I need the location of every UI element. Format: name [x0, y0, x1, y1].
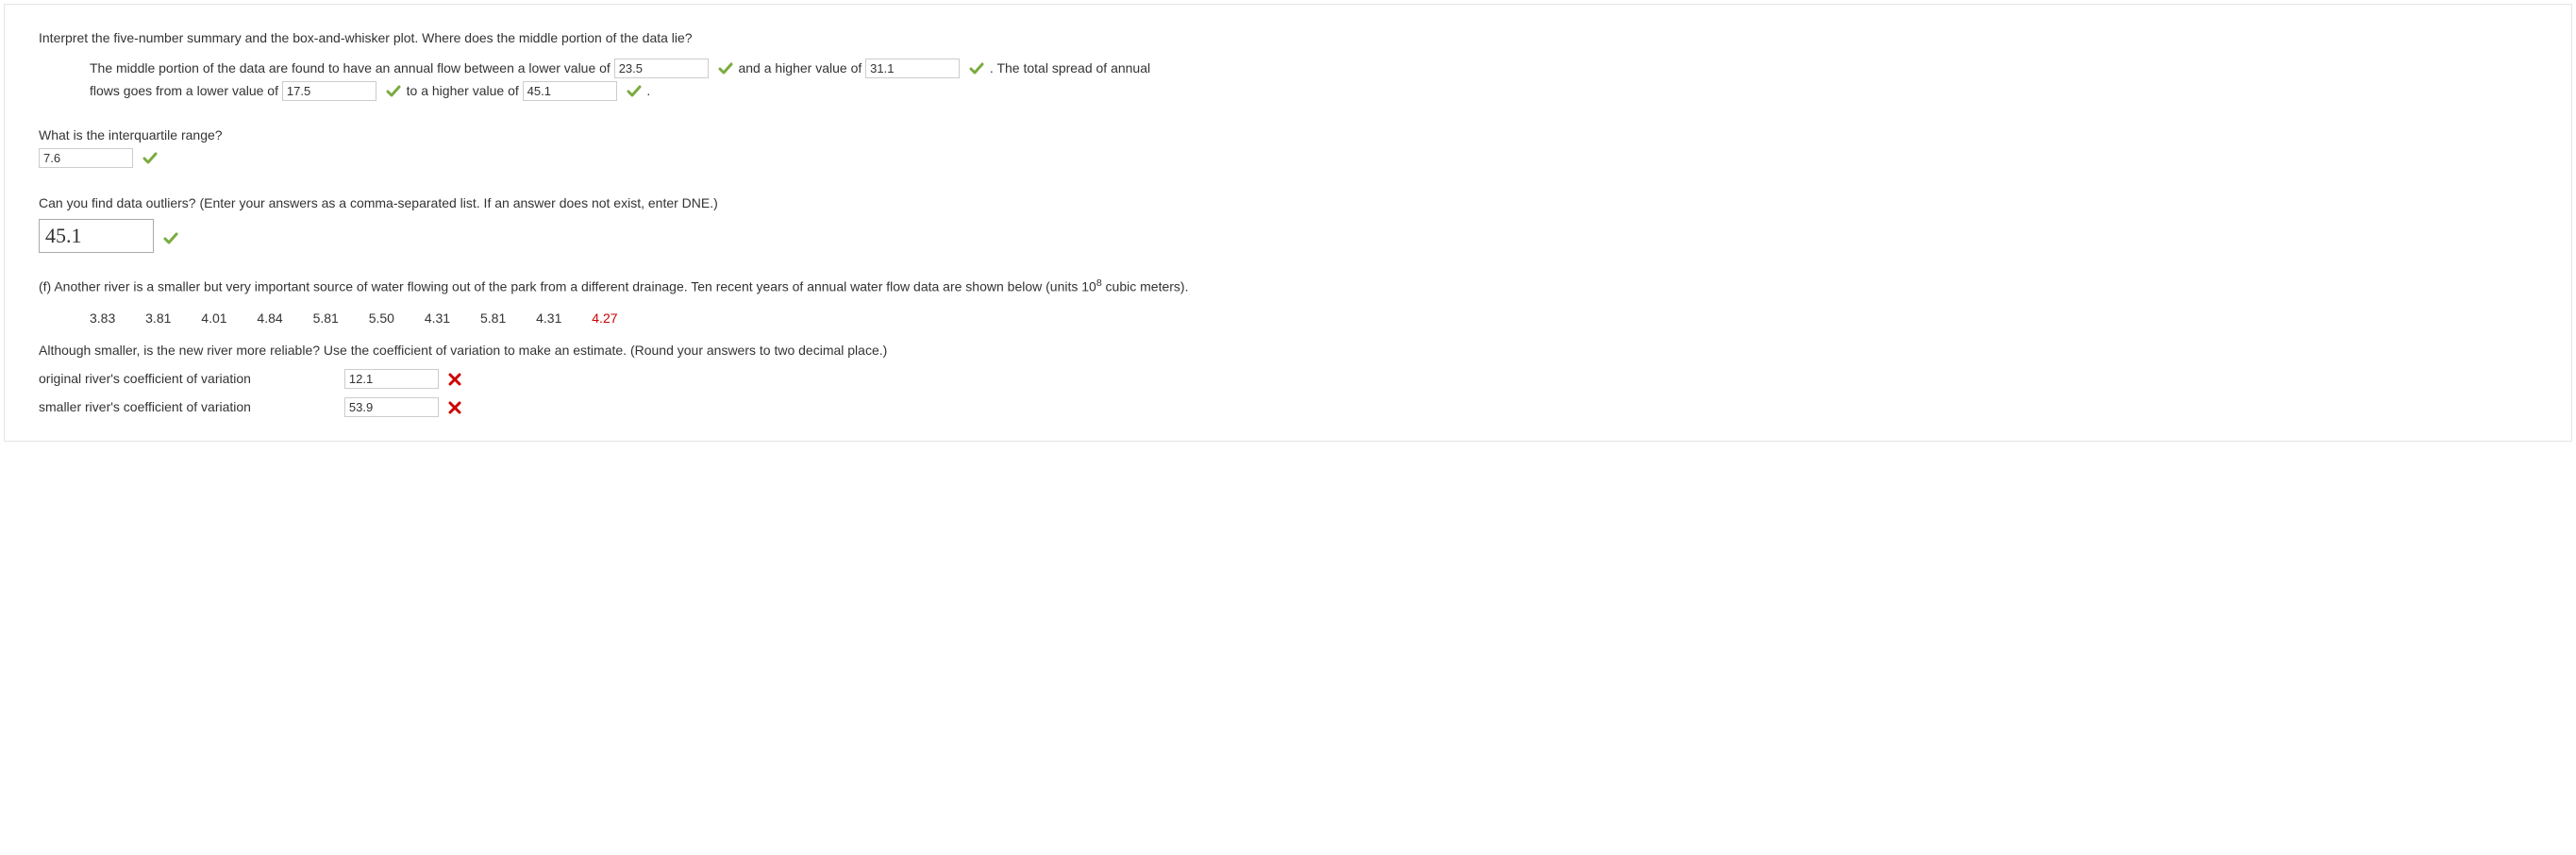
question-container: Interpret the five-number summary and th… [4, 4, 2572, 442]
data-value: 5.81 [480, 308, 506, 330]
input-cv-smaller[interactable] [344, 397, 439, 417]
text-segment: . The total spread of annual [990, 60, 1150, 75]
data-value: 4.31 [536, 308, 561, 330]
data-value: 3.83 [90, 308, 115, 330]
input-upper-spread[interactable] [523, 81, 617, 101]
cv-original-row: original river's coefficient of variatio… [39, 368, 2537, 391]
outliers-section: Can you find data outliers? (Enter your … [39, 193, 2537, 253]
data-value: 3.81 [145, 308, 171, 330]
data-value: 4.31 [425, 308, 450, 330]
cv-smaller-label: smaller river's coefficient of variation [39, 396, 341, 419]
input-lower-spread[interactable] [282, 81, 376, 101]
check-icon [386, 84, 401, 99]
part-f-question: Although smaller, is the new river more … [39, 340, 2537, 362]
input-outliers[interactable] [39, 219, 154, 253]
input-cv-original[interactable] [344, 369, 439, 389]
text-segment: (f) Another river is a smaller but very … [39, 278, 1096, 293]
text-segment: The middle portion of the data are found… [90, 60, 611, 75]
part-f-intro: (f) Another river is a smaller but very … [39, 276, 2537, 298]
interpret-answer-block: The middle portion of the data are found… [90, 58, 2537, 103]
text-segment: to a higher value of [407, 83, 519, 98]
input-iqr[interactable] [39, 148, 133, 168]
interpret-prompt: Interpret the five-number summary and th… [39, 27, 2537, 50]
part-f-section: (f) Another river is a smaller but very … [39, 276, 2537, 419]
data-value: 4.84 [257, 308, 282, 330]
text-segment: . [646, 83, 650, 98]
check-icon [969, 61, 984, 76]
data-value-highlighted: 4.27 [592, 308, 617, 330]
cv-smaller-row: smaller river's coefficient of variation [39, 396, 2537, 419]
check-icon [163, 231, 178, 246]
cross-icon [448, 373, 461, 386]
input-upper-mid[interactable] [865, 59, 960, 78]
iqr-section: What is the interquartile range? [39, 125, 2537, 170]
data-value: 5.50 [369, 308, 394, 330]
check-icon [142, 151, 158, 166]
data-value: 5.81 [313, 308, 339, 330]
text-segment: cubic meters). [1102, 278, 1189, 293]
data-value: 4.01 [201, 308, 226, 330]
text-segment: and a higher value of [738, 60, 861, 75]
input-lower-mid[interactable] [614, 59, 709, 78]
cv-original-label: original river's coefficient of variatio… [39, 368, 341, 391]
data-values-row: 3.83 3.81 4.01 4.84 5.81 5.50 4.31 5.81 … [90, 308, 2537, 330]
iqr-prompt: What is the interquartile range? [39, 125, 2537, 147]
cross-icon [448, 401, 461, 414]
check-icon [627, 84, 642, 99]
check-icon [718, 61, 733, 76]
text-segment: flows goes from a lower value of [90, 83, 278, 98]
outliers-prompt: Can you find data outliers? (Enter your … [39, 193, 2537, 215]
